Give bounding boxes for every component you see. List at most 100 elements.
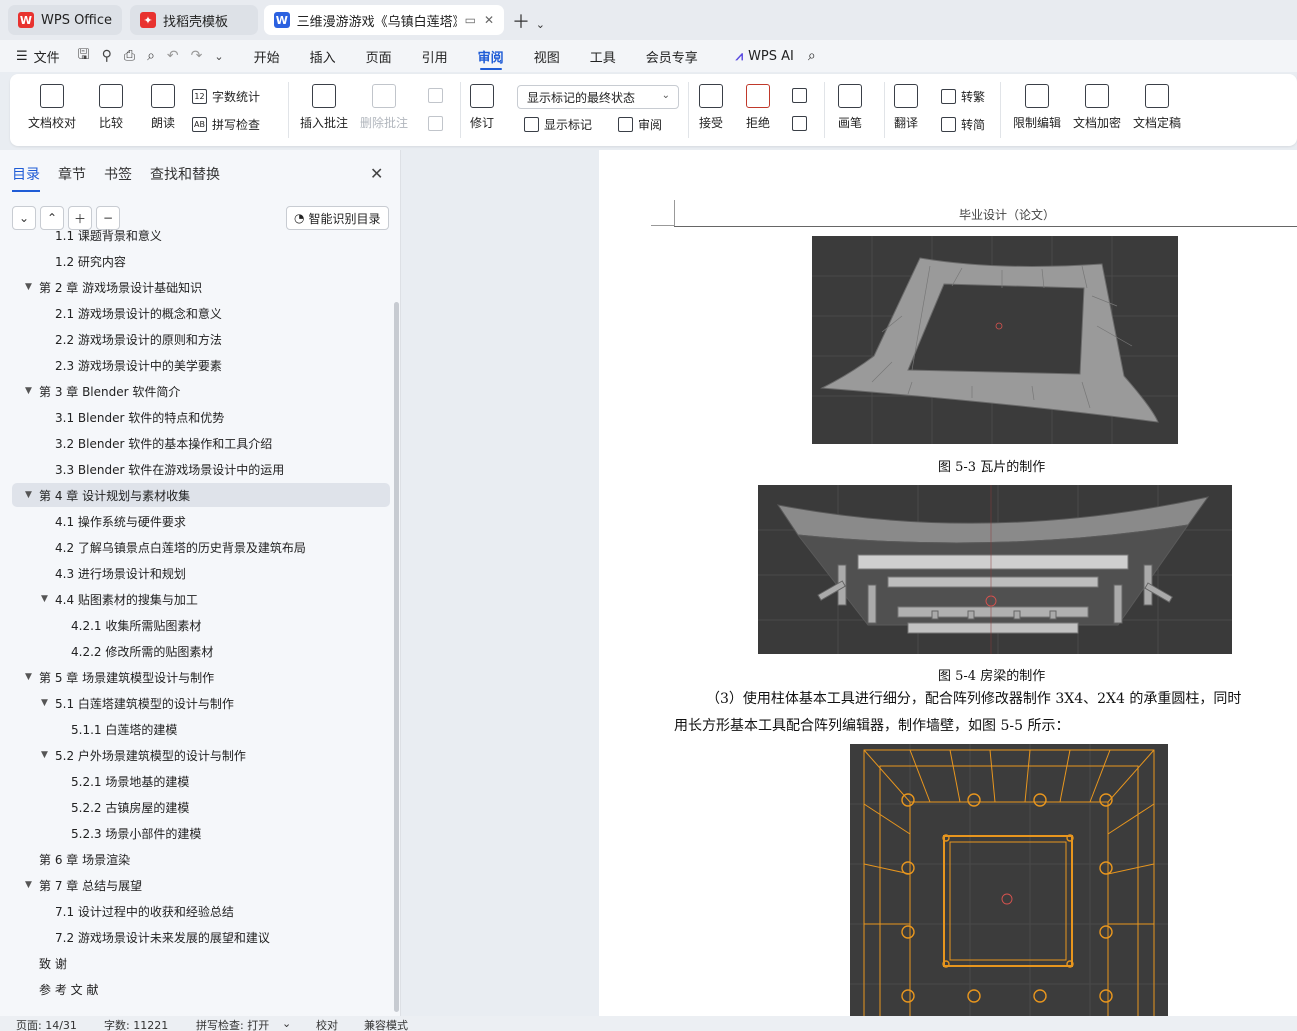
finalize-button[interactable]: 文档定稿	[1133, 84, 1181, 131]
tab-view[interactable]: 视图	[534, 40, 560, 72]
toc-item[interactable]: 7.1 设计过程中的收获和经验总结	[12, 899, 390, 923]
spell-check-indicator[interactable]: 拼写检查: 打开	[196, 1017, 269, 1031]
nav-tab-bookmarks[interactable]: 书签	[104, 164, 132, 192]
tab-home[interactable]: 开始	[254, 40, 280, 72]
close-icon[interactable]: ✕	[370, 164, 383, 183]
tab-references[interactable]: 引用	[422, 40, 448, 72]
new-tab-button[interactable]: ＋ ⌄	[512, 8, 545, 34]
toc-item[interactable]: 4.2.1 收集所需贴图素材	[12, 613, 390, 637]
toc-item[interactable]: 2.3 游戏场景设计中的美学要素	[12, 353, 390, 377]
triangle-down-icon[interactable]: ▼	[25, 672, 32, 682]
proofread-button[interactable]: 文档校对	[28, 84, 76, 131]
compare-button[interactable]: 比较	[99, 84, 123, 131]
word-count-indicator[interactable]: 字数: 11221	[104, 1017, 168, 1031]
tab-insert[interactable]: 插入	[310, 40, 336, 72]
review-pane-button[interactable]: 审阅	[618, 116, 662, 133]
triangle-down-icon[interactable]: ▼	[25, 282, 32, 292]
triangle-down-icon[interactable]: ▼	[25, 880, 32, 890]
toc-item[interactable]: ▼ 第 2 章 游戏场景设计基础知识	[12, 275, 390, 299]
encrypt-button[interactable]: 文档加密	[1073, 84, 1121, 131]
tab-docer-templates[interactable]: ✦ 找稻壳模板	[130, 5, 258, 35]
tab-member[interactable]: 会员专享	[646, 40, 698, 72]
revise-button[interactable]: 修订	[470, 84, 494, 131]
to-simplified-button[interactable]: 转简	[941, 116, 985, 133]
toc-item[interactable]: 参 考 文 献	[12, 977, 390, 1001]
toc-item-label: 2.3 游戏场景设计中的美学要素	[55, 358, 222, 373]
spell-check-button[interactable]: AB 拼写检查	[192, 116, 260, 133]
toc-item[interactable]: 致 谢	[12, 951, 390, 975]
share-icon[interactable]: ⚲	[102, 48, 112, 64]
toc-item[interactable]: 第 6 章 场景渲染	[12, 847, 390, 871]
toc-item[interactable]: 5.2.1 场景地基的建模	[12, 769, 390, 793]
triangle-down-icon[interactable]: ▼	[41, 698, 48, 708]
tab-tools[interactable]: 工具	[590, 40, 616, 72]
reject-button[interactable]: 拒绝	[746, 84, 770, 131]
toc-item[interactable]: ▼ 5.2 户外场景建筑模型的设计与制作	[12, 743, 390, 767]
tab-document[interactable]: W 三维漫游游戏《乌镇白莲塔》 ▭ ✕	[264, 5, 504, 35]
toc-item[interactable]: 5.1.1 白莲塔的建模	[12, 717, 390, 741]
toc-item[interactable]: 4.1 操作系统与硬件要求	[12, 509, 390, 533]
spell-check-chevron-icon[interactable]: ⌄	[282, 1017, 291, 1030]
file-menu-button[interactable]: ☰ 文件	[16, 47, 60, 66]
triangle-down-icon[interactable]: ▼	[25, 386, 32, 396]
page-indicator[interactable]: 页面: 14/31	[16, 1017, 77, 1031]
to-traditional-button[interactable]: 转繁	[941, 88, 985, 105]
undo-icon[interactable]: ↶	[167, 48, 179, 64]
accept-button[interactable]: 接受	[699, 84, 723, 131]
toc-item[interactable]: 5.2.3 场景小部件的建模	[12, 821, 390, 845]
toc-item[interactable]: ▼ 第 7 章 总结与展望	[12, 873, 390, 897]
toc-item[interactable]: ▼ 5.1 白莲塔建筑模型的设计与制作	[12, 691, 390, 715]
next-comment-button[interactable]	[428, 116, 448, 131]
markup-state-select[interactable]: 显示标记的最终状态 ⌄	[517, 85, 679, 109]
proofread-indicator[interactable]: 校对	[316, 1017, 338, 1031]
nav-tab-find-replace[interactable]: 查找和替换	[150, 164, 220, 192]
more-chevron-icon[interactable]: ⌄	[214, 50, 223, 63]
toc-item[interactable]: 4.2 了解乌镇景点白莲塔的历史背景及建筑布局	[12, 535, 390, 559]
toc-item[interactable]: ▼ 4.4 贴图素材的搜集与加工	[12, 587, 390, 611]
pen-button[interactable]: 画笔	[838, 84, 862, 131]
toc-item[interactable]: ▼ 第 5 章 场景建筑模型设计与制作	[12, 665, 390, 689]
read-aloud-button[interactable]: 朗读	[151, 84, 175, 131]
print-icon[interactable]: ⎙	[124, 48, 135, 64]
toc-item[interactable]: 1.1 课题背景和意义	[12, 223, 390, 247]
save-icon[interactable]: 🖫	[78, 44, 90, 68]
translate-button[interactable]: 翻译	[894, 84, 918, 131]
toc-item[interactable]: 5.2.2 古镇房屋的建模	[12, 795, 390, 819]
toc-item[interactable]: 4.3 进行场景设计和规划	[12, 561, 390, 585]
triangle-down-icon[interactable]: ▼	[25, 490, 32, 500]
wps-ai-button[interactable]: ⩘ WPS AI	[736, 49, 794, 64]
nav-tab-sections[interactable]: 章节	[58, 164, 86, 192]
restrict-edit-button[interactable]: 限制编辑	[1013, 84, 1061, 131]
show-markup-button[interactable]: 显示标记	[524, 116, 592, 133]
close-icon[interactable]: ✕	[484, 13, 494, 27]
toc-item[interactable]: 1.2 研究内容	[12, 249, 390, 273]
word-count-button[interactable]: 12 字数统计	[192, 88, 260, 105]
toc-item[interactable]: 4.2.2 修改所需的贴图素材	[12, 639, 390, 663]
toc-item[interactable]: 2.1 游戏场景设计的概念和意义	[12, 301, 390, 325]
toc-item[interactable]: 7.2 游戏场景设计未来发展的展望和建议	[12, 925, 390, 949]
prev-change-button[interactable]	[792, 88, 812, 103]
toc-item[interactable]: ▼ 第 3 章 Blender 软件简介	[12, 379, 390, 403]
delete-comment-button[interactable]: 删除批注	[360, 84, 408, 131]
redo-icon[interactable]: ↷	[191, 48, 203, 64]
tab-wps-office[interactable]: W WPS Office	[8, 5, 122, 35]
toc-item[interactable]: 2.2 游戏场景设计的原则和方法	[12, 327, 390, 351]
next-change-button[interactable]	[792, 116, 812, 131]
tab-review[interactable]: 审阅	[478, 40, 504, 72]
print-preview-icon[interactable]: ⌕	[147, 48, 155, 64]
nav-tab-toc[interactable]: 目录	[12, 164, 40, 192]
prev-comment-button[interactable]	[428, 88, 448, 103]
document-page[interactable]: 毕业设计（论文） 图 5-3 瓦片的制作 图 5-4 房梁的制作 （3）使用柱体…	[599, 150, 1297, 1016]
search-icon[interactable]: ⌕	[808, 48, 816, 64]
toc-item[interactable]: 3.3 Blender 软件在游戏场景设计中的运用	[12, 457, 390, 481]
toc-item[interactable]: ▼ 第 4 章 设计规划与素材收集	[12, 483, 390, 507]
triangle-down-icon[interactable]: ▼	[41, 594, 48, 604]
insert-comment-button[interactable]: 插入批注	[300, 84, 348, 131]
file-menu-label: 文件	[33, 50, 60, 66]
monitor-icon[interactable]: ▭	[465, 13, 476, 27]
triangle-down-icon[interactable]: ▼	[41, 750, 48, 760]
tab-page[interactable]: 页面	[366, 40, 392, 72]
toc-item[interactable]: 3.1 Blender 软件的特点和优势	[12, 405, 390, 429]
toc-item[interactable]: 3.2 Blender 软件的基本操作和工具介绍	[12, 431, 390, 455]
nav-scrollbar[interactable]	[394, 302, 399, 1012]
